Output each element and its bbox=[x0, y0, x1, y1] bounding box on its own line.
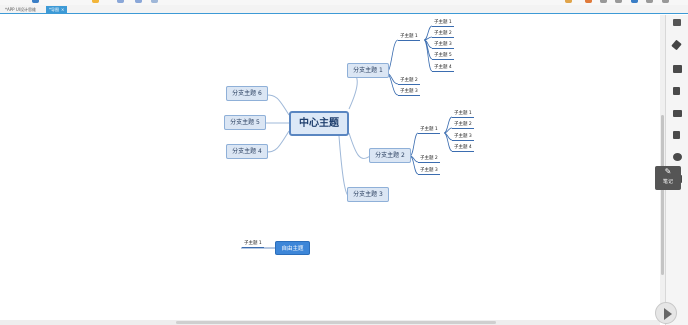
connector-line bbox=[348, 132, 371, 159]
note-panel-tab[interactable]: ✎ 笔记 bbox=[655, 166, 681, 190]
toolbar-icon[interactable] bbox=[117, 0, 124, 3]
tab-app-ui-design[interactable]: *APP UI设计思维 bbox=[2, 6, 39, 14]
tab-bar: *APP UI设计思维 *导图 × bbox=[0, 5, 688, 14]
play-button[interactable] bbox=[655, 302, 677, 324]
toolbar-icon[interactable] bbox=[585, 0, 592, 3]
toolbar-icon[interactable] bbox=[600, 0, 607, 3]
connector-line bbox=[265, 94, 290, 116]
connector-line bbox=[409, 132, 419, 157]
branch-topic-4[interactable]: 分支主题 4 bbox=[226, 144, 268, 159]
subtopic[interactable]: 子主题 4 bbox=[452, 145, 474, 152]
toolbar-icon[interactable] bbox=[615, 0, 622, 3]
branch-topic-3[interactable]: 分支主题 3 bbox=[347, 187, 389, 202]
toolbar-icon[interactable] bbox=[662, 0, 669, 3]
mail-icon[interactable] bbox=[673, 110, 682, 117]
outline-icon[interactable] bbox=[673, 19, 681, 26]
tab-mindmap[interactable]: *导图 × bbox=[46, 6, 68, 14]
document-icon[interactable] bbox=[673, 131, 680, 139]
branch-topic-2[interactable]: 分支主题 2 bbox=[369, 148, 411, 163]
note-label: 笔记 bbox=[662, 179, 673, 185]
scroll-thumb[interactable] bbox=[176, 321, 496, 324]
image-icon[interactable] bbox=[673, 65, 682, 73]
toolbar-icon[interactable] bbox=[565, 0, 572, 3]
connector-line bbox=[443, 132, 453, 152]
connector-line bbox=[265, 130, 290, 153]
subtopic[interactable]: 子主题 1 bbox=[398, 34, 420, 41]
horizontal-scrollbar[interactable] bbox=[0, 320, 660, 325]
subtopic[interactable]: 子主题 2 bbox=[432, 31, 454, 38]
connector-line bbox=[423, 36, 433, 41]
tab-label: *APP UI设计思维 bbox=[5, 7, 36, 12]
central-topic[interactable]: 中心主题 bbox=[289, 111, 349, 136]
folder-icon[interactable] bbox=[92, 0, 99, 3]
connector-lines bbox=[241, 25, 453, 249]
floating-topic[interactable]: 自由主题 bbox=[275, 241, 310, 255]
branch-topic-5[interactable]: 分支主题 5 bbox=[224, 115, 266, 130]
comment-icon[interactable] bbox=[673, 153, 682, 161]
subtopic[interactable]: 子主题 5 bbox=[432, 53, 454, 60]
subtopic[interactable]: 子主题 3 bbox=[418, 168, 440, 175]
toolbar-icon[interactable] bbox=[646, 0, 653, 3]
mindmap-canvas[interactable]: 中心主题 分支主题 1 分支主题 2 分支主题 3 分支主题 4 分支主题 5 … bbox=[0, 15, 665, 320]
toolbar-icon[interactable] bbox=[631, 0, 638, 3]
branch-topic-6[interactable]: 分支主题 6 bbox=[226, 86, 268, 101]
subtopic[interactable]: 子主题 1 bbox=[452, 111, 474, 118]
subtopic[interactable]: 子主题 2 bbox=[398, 78, 420, 85]
subtopic[interactable]: 子主题 3 bbox=[452, 134, 474, 141]
subtopic[interactable]: 子主题 1 bbox=[418, 127, 440, 134]
toolbar-icon[interactable] bbox=[135, 0, 142, 3]
flag-icon[interactable] bbox=[673, 87, 680, 95]
pen-icon: ✎ bbox=[664, 167, 672, 176]
branch-topic-1[interactable]: 分支主题 1 bbox=[347, 63, 389, 78]
tab-label: *导图 bbox=[49, 7, 59, 12]
undo-icon[interactable] bbox=[32, 0, 39, 3]
brush-icon[interactable] bbox=[671, 39, 682, 51]
connector-line bbox=[348, 72, 386, 110]
close-icon[interactable]: × bbox=[61, 7, 64, 12]
toolbar-icon[interactable] bbox=[151, 0, 158, 3]
floating-subtopic[interactable]: 子主题 1 bbox=[242, 241, 264, 248]
subtopic[interactable]: 子主题 2 bbox=[452, 122, 474, 129]
mindmap-app: *APP UI设计思维 *导图 × 中心主题 分支主题 1 分支主题 2 分支主… bbox=[0, 0, 688, 325]
scroll-thumb[interactable] bbox=[661, 115, 664, 275]
subtopic[interactable]: 子主题 1 bbox=[432, 20, 454, 27]
subtopic[interactable]: 子主题 4 bbox=[432, 65, 454, 72]
subtopic[interactable]: 子主题 3 bbox=[432, 42, 454, 49]
subtopic[interactable]: 子主题 2 bbox=[418, 156, 440, 163]
subtopic[interactable]: 子主题 3 bbox=[398, 89, 420, 96]
connector-line bbox=[423, 25, 433, 41]
